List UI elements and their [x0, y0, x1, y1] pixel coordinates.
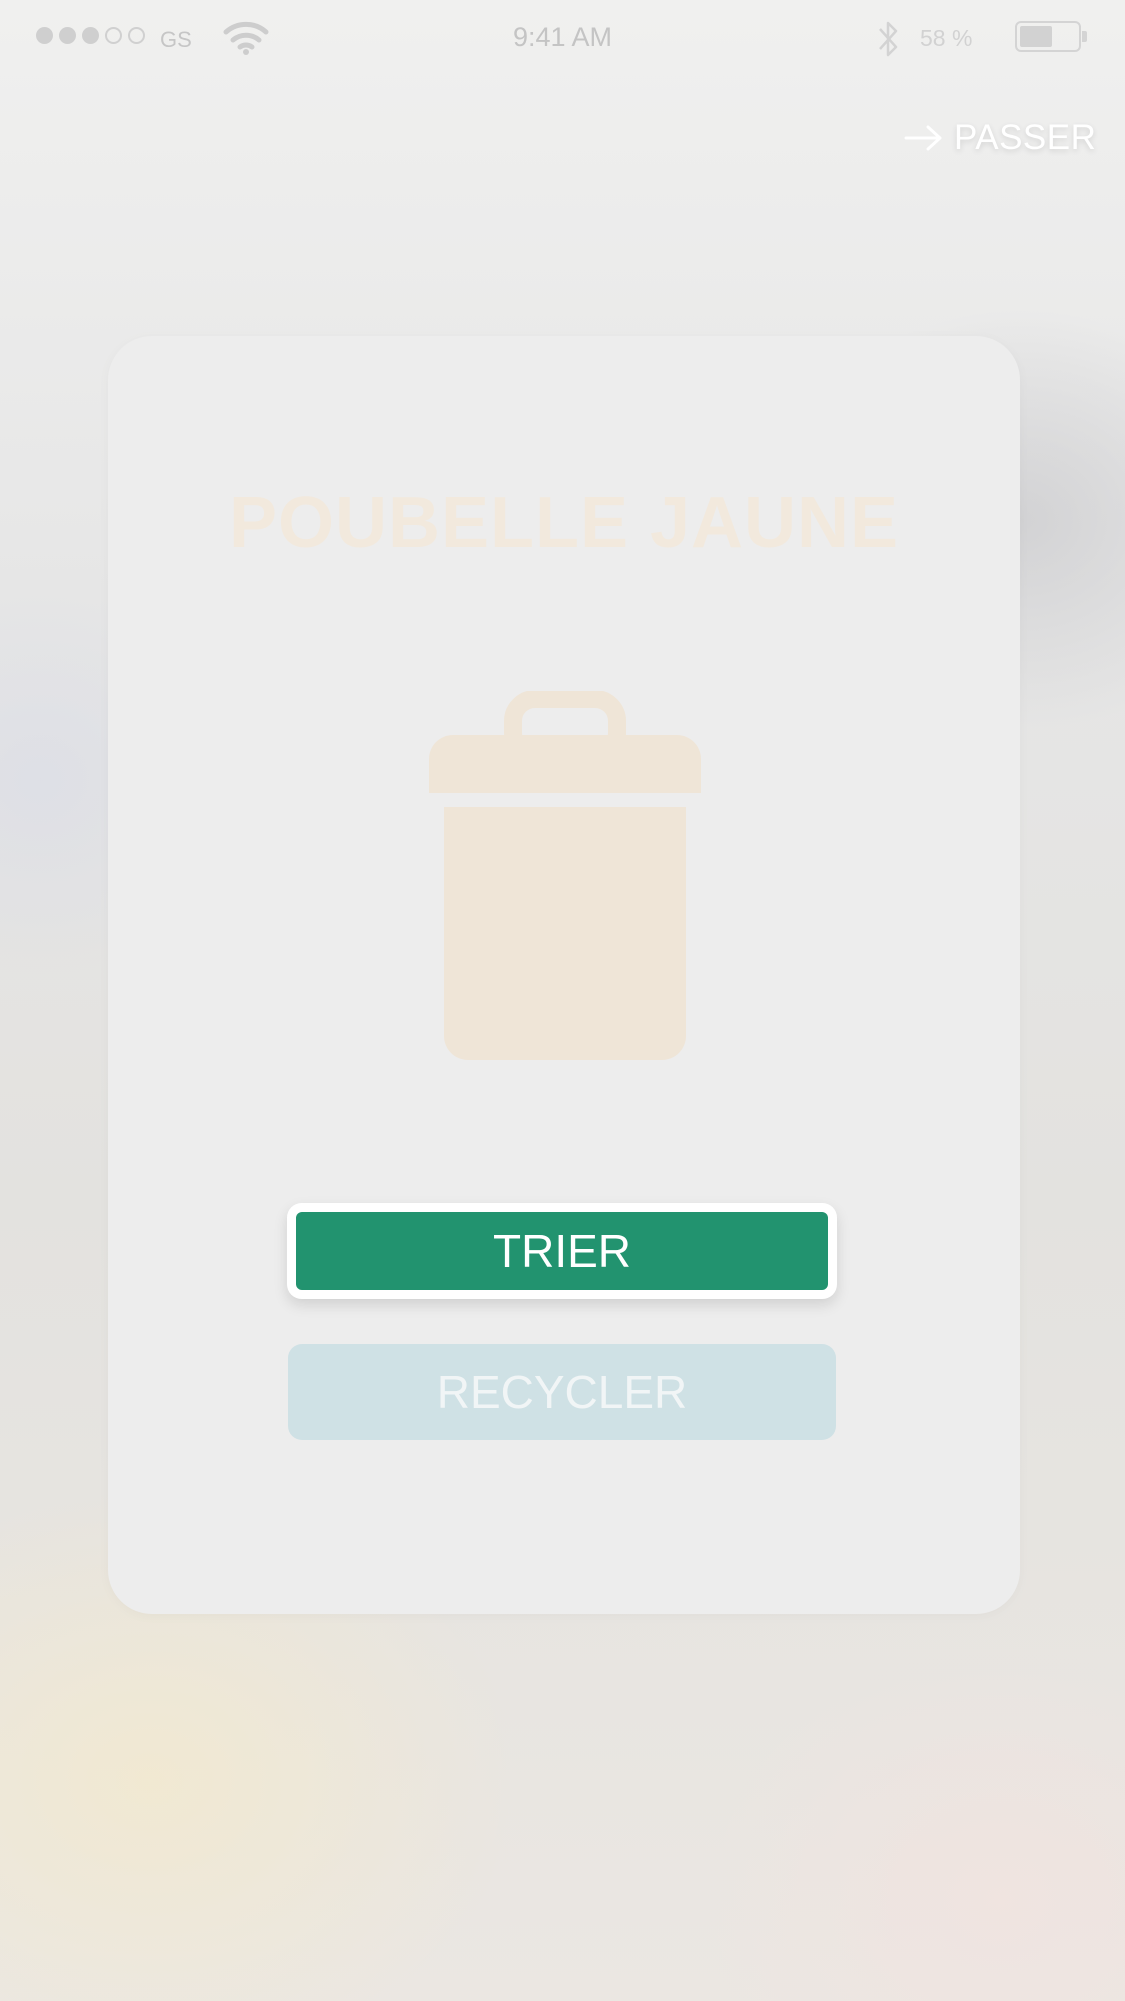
battery-icon	[1015, 21, 1081, 52]
arrow-right-icon	[904, 125, 942, 151]
skip-label: PASSER	[954, 118, 1097, 157]
trash-bin-icon	[429, 691, 701, 1060]
onboarding-card: POUBELLE JAUNE TRIER RECYCLER	[108, 336, 1020, 1614]
bluetooth-icon	[879, 21, 898, 57]
status-bar: GS 9:41 AM 58 %	[0, 0, 1125, 76]
skip-button[interactable]: PASSER	[904, 118, 1096, 158]
battery-level	[1020, 26, 1052, 47]
battery-tip	[1082, 31, 1087, 42]
recycle-button[interactable]: RECYCLER	[288, 1344, 836, 1440]
battery-percentage: 58 %	[920, 25, 973, 51]
card-title: POUBELLE JAUNE	[228, 483, 900, 563]
sort-button[interactable]: TRIER	[296, 1212, 828, 1290]
